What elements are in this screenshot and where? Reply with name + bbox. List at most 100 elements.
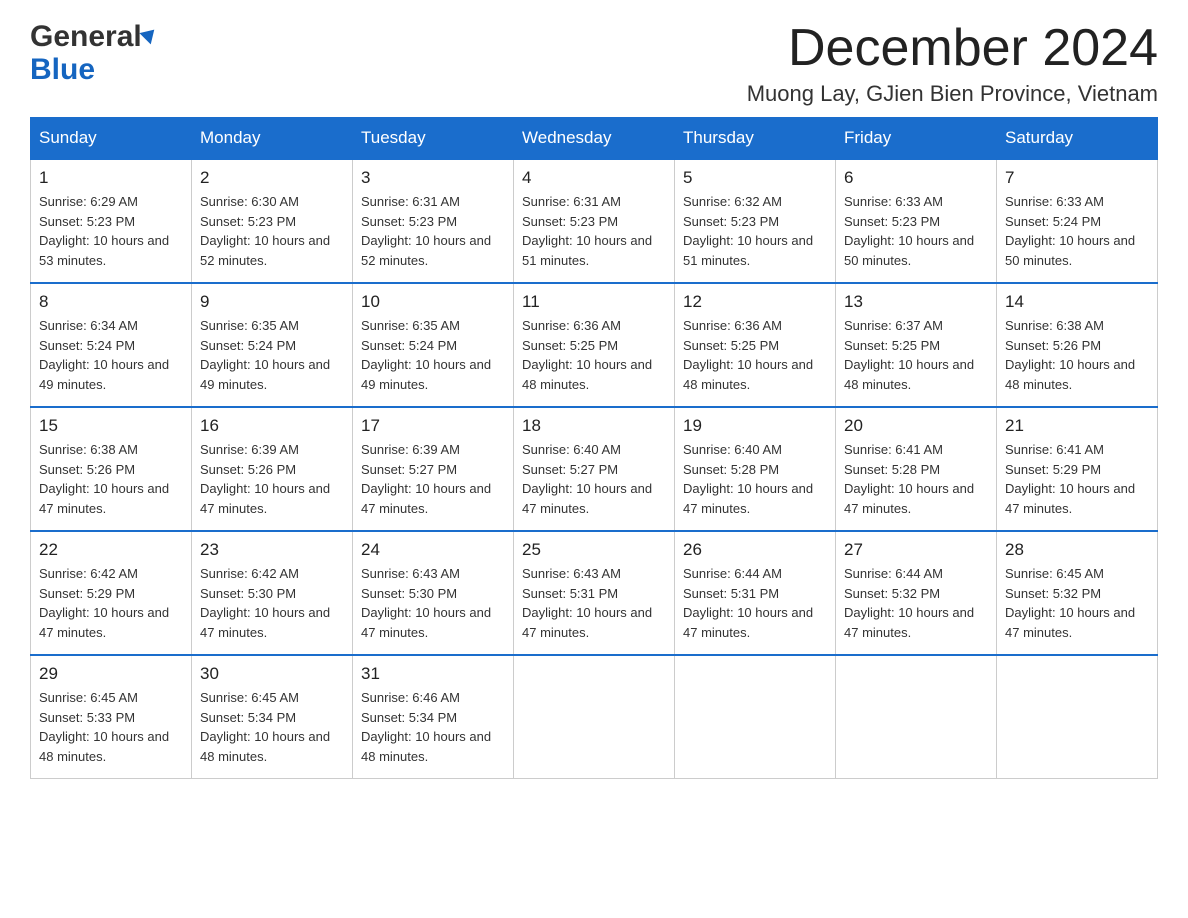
calendar-cell: 28 Sunrise: 6:45 AMSunset: 5:32 PMDayligh… — [997, 531, 1158, 655]
day-info: Sunrise: 6:46 AMSunset: 5:34 PMDaylight:… — [361, 688, 505, 766]
day-info: Sunrise: 6:31 AMSunset: 5:23 PMDaylight:… — [361, 192, 505, 270]
title-block: December 2024 Muong Lay, GJien Bien Prov… — [747, 20, 1158, 107]
day-info: Sunrise: 6:44 AMSunset: 5:32 PMDaylight:… — [844, 564, 988, 642]
day-number: 14 — [1005, 292, 1149, 312]
col-header-wednesday: Wednesday — [514, 118, 675, 160]
col-header-tuesday: Tuesday — [353, 118, 514, 160]
day-number: 6 — [844, 168, 988, 188]
calendar-cell: 17Sunrise: 6:39 AMSunset: 5:27 PMDayligh… — [353, 407, 514, 531]
day-number: 17 — [361, 416, 505, 436]
day-info: Sunrise: 6:36 AMSunset: 5:25 PMDaylight:… — [522, 316, 666, 394]
week-row-1: 1 Sunrise: 6:29 AMSunset: 5:23 PMDaylight… — [31, 159, 1158, 283]
calendar-cell — [514, 655, 675, 779]
week-row-3: 15 Sunrise: 6:38 AMSunset: 5:26 PMDayligh… — [31, 407, 1158, 531]
day-number: 1 — [39, 168, 183, 188]
day-number: 26 — [683, 540, 827, 560]
day-info: Sunrise: 6:37 AMSunset: 5:25 PMDaylight:… — [844, 316, 988, 394]
day-info: Sunrise: 6:43 AMSunset: 5:30 PMDaylight:… — [361, 564, 505, 642]
day-number: 23 — [200, 540, 344, 560]
day-info: Sunrise: 6:35 AMSunset: 5:24 PMDaylight:… — [361, 316, 505, 394]
calendar-cell: 10 Sunrise: 6:35 AMSunset: 5:24 PMDayligh… — [353, 283, 514, 407]
day-number: 15 — [39, 416, 183, 436]
day-number: 24 — [361, 540, 505, 560]
day-number: 4 — [522, 168, 666, 188]
day-number: 31 — [361, 664, 505, 684]
calendar-cell: 16Sunrise: 6:39 AMSunset: 5:26 PMDayligh… — [192, 407, 353, 531]
calendar-cell: 13 Sunrise: 6:37 AMSunset: 5:25 PMDayligh… — [836, 283, 997, 407]
calendar-cell: 29Sunrise: 6:45 AMSunset: 5:33 PMDayligh… — [31, 655, 192, 779]
calendar-cell: 27 Sunrise: 6:44 AMSunset: 5:32 PMDayligh… — [836, 531, 997, 655]
col-header-thursday: Thursday — [675, 118, 836, 160]
location-title: Muong Lay, GJien Bien Province, Vietnam — [747, 81, 1158, 107]
day-info: Sunrise: 6:40 AMSunset: 5:28 PMDaylight:… — [683, 440, 827, 518]
day-number: 21 — [1005, 416, 1149, 436]
day-info: Sunrise: 6:42 AMSunset: 5:30 PMDaylight:… — [200, 564, 344, 642]
logo-general-text: General — [30, 20, 142, 53]
page-header: General Blue December 2024 Muong Lay, GJ… — [30, 20, 1158, 107]
day-info: Sunrise: 6:36 AMSunset: 5:25 PMDaylight:… — [683, 316, 827, 394]
day-number: 16 — [200, 416, 344, 436]
calendar-cell: 23 Sunrise: 6:42 AMSunset: 5:30 PMDayligh… — [192, 531, 353, 655]
day-info: Sunrise: 6:38 AMSunset: 5:26 PMDaylight:… — [39, 440, 183, 518]
day-info: Sunrise: 6:41 AMSunset: 5:28 PMDaylight:… — [844, 440, 988, 518]
week-row-4: 22 Sunrise: 6:42 AMSunset: 5:29 PMDayligh… — [31, 531, 1158, 655]
calendar-cell: 7 Sunrise: 6:33 AMSunset: 5:24 PMDaylight… — [997, 159, 1158, 283]
day-info: Sunrise: 6:31 AMSunset: 5:23 PMDaylight:… — [522, 192, 666, 270]
col-header-monday: Monday — [192, 118, 353, 160]
week-row-5: 29Sunrise: 6:45 AMSunset: 5:33 PMDayligh… — [31, 655, 1158, 779]
day-number: 22 — [39, 540, 183, 560]
day-number: 30 — [200, 664, 344, 684]
calendar-cell: 22 Sunrise: 6:42 AMSunset: 5:29 PMDayligh… — [31, 531, 192, 655]
calendar-cell — [997, 655, 1158, 779]
day-info: Sunrise: 6:38 AMSunset: 5:26 PMDaylight:… — [1005, 316, 1149, 394]
calendar-cell: 20 Sunrise: 6:41 AMSunset: 5:28 PMDayligh… — [836, 407, 997, 531]
calendar-cell: 31 Sunrise: 6:46 AMSunset: 5:34 PMDayligh… — [353, 655, 514, 779]
day-info: Sunrise: 6:40 AMSunset: 5:27 PMDaylight:… — [522, 440, 666, 518]
day-number: 7 — [1005, 168, 1149, 188]
logo-blue-text: Blue — [30, 53, 159, 86]
day-info: Sunrise: 6:32 AMSunset: 5:23 PMDaylight:… — [683, 192, 827, 270]
calendar-cell: 12 Sunrise: 6:36 AMSunset: 5:25 PMDayligh… — [675, 283, 836, 407]
day-info: Sunrise: 6:44 AMSunset: 5:31 PMDaylight:… — [683, 564, 827, 642]
calendar-cell: 21 Sunrise: 6:41 AMSunset: 5:29 PMDayligh… — [997, 407, 1158, 531]
day-info: Sunrise: 6:33 AMSunset: 5:23 PMDaylight:… — [844, 192, 988, 270]
col-header-friday: Friday — [836, 118, 997, 160]
day-info: Sunrise: 6:29 AMSunset: 5:23 PMDaylight:… — [39, 192, 183, 270]
calendar-cell: 9 Sunrise: 6:35 AMSunset: 5:24 PMDaylight… — [192, 283, 353, 407]
day-number: 27 — [844, 540, 988, 560]
day-number: 25 — [522, 540, 666, 560]
day-number: 10 — [361, 292, 505, 312]
calendar-cell: 11 Sunrise: 6:36 AMSunset: 5:25 PMDayligh… — [514, 283, 675, 407]
logo-arrow-icon — [139, 23, 160, 44]
calendar-cell: 19Sunrise: 6:40 AMSunset: 5:28 PMDayligh… — [675, 407, 836, 531]
day-number: 11 — [522, 292, 666, 312]
day-number: 13 — [844, 292, 988, 312]
calendar-cell: 14 Sunrise: 6:38 AMSunset: 5:26 PMDayligh… — [997, 283, 1158, 407]
day-info: Sunrise: 6:34 AMSunset: 5:24 PMDaylight:… — [39, 316, 183, 394]
logo: General Blue — [30, 20, 159, 86]
calendar-cell: 1 Sunrise: 6:29 AMSunset: 5:23 PMDaylight… — [31, 159, 192, 283]
day-info: Sunrise: 6:45 AMSunset: 5:34 PMDaylight:… — [200, 688, 344, 766]
day-info: Sunrise: 6:42 AMSunset: 5:29 PMDaylight:… — [39, 564, 183, 642]
day-info: Sunrise: 6:33 AMSunset: 5:24 PMDaylight:… — [1005, 192, 1149, 270]
logo-line1: General — [30, 20, 159, 53]
day-number: 8 — [39, 292, 183, 312]
calendar-cell: 4 Sunrise: 6:31 AMSunset: 5:23 PMDaylight… — [514, 159, 675, 283]
calendar-cell: 8 Sunrise: 6:34 AMSunset: 5:24 PMDaylight… — [31, 283, 192, 407]
col-header-saturday: Saturday — [997, 118, 1158, 160]
day-info: Sunrise: 6:45 AMSunset: 5:32 PMDaylight:… — [1005, 564, 1149, 642]
day-number: 3 — [361, 168, 505, 188]
day-number: 20 — [844, 416, 988, 436]
day-info: Sunrise: 6:35 AMSunset: 5:24 PMDaylight:… — [200, 316, 344, 394]
day-number: 18 — [522, 416, 666, 436]
day-number: 12 — [683, 292, 827, 312]
calendar-cell — [675, 655, 836, 779]
day-info: Sunrise: 6:41 AMSunset: 5:29 PMDaylight:… — [1005, 440, 1149, 518]
day-number: 28 — [1005, 540, 1149, 560]
calendar-cell: 3 Sunrise: 6:31 AMSunset: 5:23 PMDaylight… — [353, 159, 514, 283]
day-number: 9 — [200, 292, 344, 312]
day-number: 5 — [683, 168, 827, 188]
calendar-cell: 26 Sunrise: 6:44 AMSunset: 5:31 PMDayligh… — [675, 531, 836, 655]
day-number: 2 — [200, 168, 344, 188]
day-info: Sunrise: 6:45 AMSunset: 5:33 PMDaylight:… — [39, 688, 183, 766]
